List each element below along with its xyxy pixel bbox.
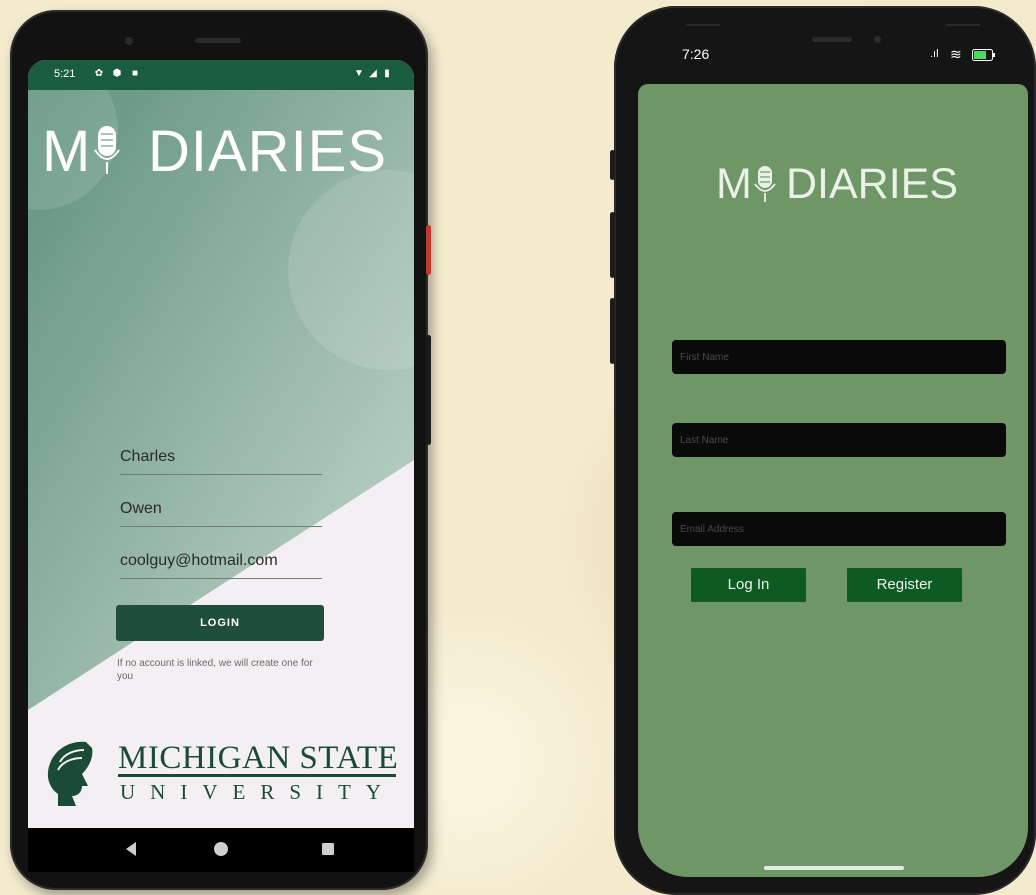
iphone-camera	[874, 36, 881, 43]
title-letter: M	[42, 119, 92, 184]
back-icon[interactable]	[126, 842, 136, 856]
status-time: 5:21	[54, 68, 76, 80]
status-bar: 5:21 ✿ ⬢ ■ ▼ ◢ ▮	[28, 60, 414, 90]
shield-icon: ⬢	[112, 68, 122, 79]
email-value: coolguy@hotmail.com	[120, 552, 278, 569]
title-word: DIARIES	[148, 119, 388, 184]
ios-microphone-icon	[754, 166, 776, 202]
notch-edge-right	[946, 24, 980, 26]
volume-up-button	[610, 212, 615, 278]
app-title: M DIARIES	[28, 118, 414, 188]
ios-title-word: DIARIES	[786, 160, 959, 208]
ios-app-title: M DIARIES	[638, 160, 1028, 216]
account-note: If no account is linked, we will create …	[117, 658, 313, 682]
battery-icon: ▮	[384, 68, 390, 79]
front-camera	[125, 37, 133, 45]
mute-switch	[610, 150, 615, 180]
volume-down-button	[610, 298, 615, 364]
ios-battery-icon	[972, 49, 995, 61]
home-indicator[interactable]	[764, 866, 904, 870]
recents-icon[interactable]	[322, 843, 334, 855]
microphone-icon	[94, 126, 120, 174]
volume-button	[426, 335, 431, 445]
first-name-input[interactable]: First Name	[672, 340, 1006, 374]
log-in-button[interactable]: Log In	[691, 568, 806, 602]
email-field[interactable]: coolguy@hotmail.com	[120, 552, 322, 579]
earpiece-speaker	[195, 38, 241, 43]
spartan-helmet-icon	[47, 741, 93, 806]
login-button[interactable]: LOGIN	[116, 605, 324, 641]
last-name-input[interactable]: Last Name	[672, 423, 1006, 457]
last-name-field[interactable]: Owen	[120, 500, 322, 527]
android-navigation-bar	[28, 828, 414, 872]
wifi-icon: ▼	[354, 68, 364, 79]
university-logo-line2: UNIVERSITY	[120, 780, 396, 804]
last-name-value: Owen	[120, 500, 162, 517]
last-name-placeholder: Last Name	[680, 435, 729, 446]
ios-status-bar: 7:26 .ıl ≋	[682, 46, 1012, 68]
ios-title-letter: M	[716, 160, 752, 208]
notch-edge-left	[686, 24, 720, 26]
first-name-field[interactable]: Charles	[120, 448, 322, 475]
register-button[interactable]: Register	[847, 568, 962, 602]
first-name-placeholder: First Name	[680, 352, 729, 363]
logo-divider	[118, 774, 396, 777]
power-button	[426, 225, 431, 275]
signal-icon: ◢	[369, 68, 377, 79]
ios-wifi-icon: ≋	[950, 46, 962, 62]
email-placeholder: Email Address	[680, 524, 744, 535]
settings-icon: ✿	[94, 68, 104, 79]
first-name-value: Charles	[120, 448, 176, 465]
iphone-speaker	[812, 37, 852, 42]
ios-signal-icon: .ıl	[930, 48, 939, 60]
ios-screen: M DIARIES First Name Last Name Email Add…	[638, 84, 1028, 877]
home-icon[interactable]	[214, 842, 228, 856]
ios-status-time: 7:26	[682, 46, 710, 62]
android-screen: 5:21 ✿ ⬢ ■ ▼ ◢ ▮ M DIARIES Charles Owen …	[28, 60, 414, 828]
email-input[interactable]: Email Address	[672, 512, 1006, 546]
lock-icon: ■	[131, 68, 139, 79]
university-logo-line1: MICHIGAN STATE	[118, 740, 399, 776]
